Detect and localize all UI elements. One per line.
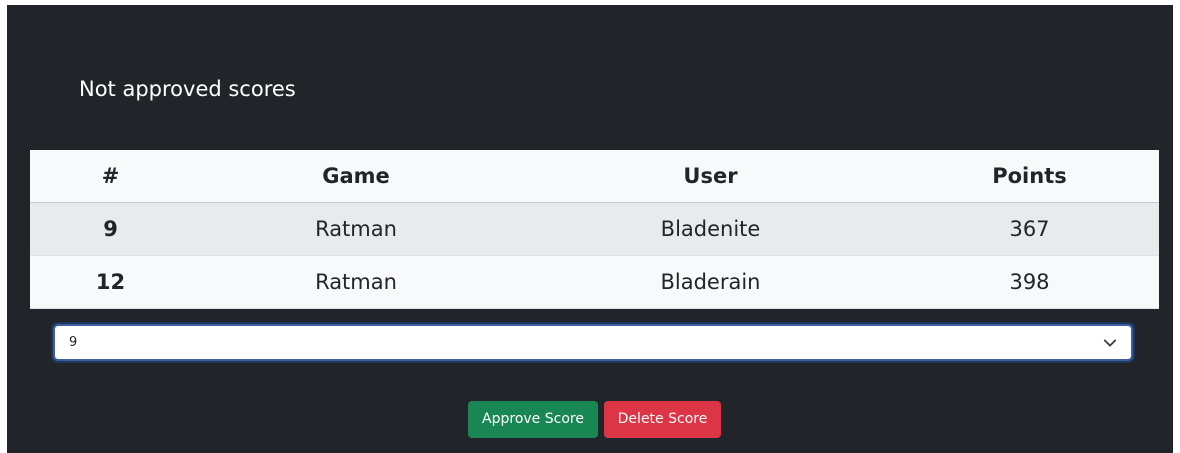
points-cell: 398 xyxy=(900,255,1159,309)
column-header-points: Points xyxy=(900,150,1159,203)
game-cell: Ratman xyxy=(191,202,521,256)
user-cell: Bladenite xyxy=(521,202,900,256)
approve-score-button[interactable]: Approve Score xyxy=(468,401,598,438)
scores-panel: Not approved scores # Game User Points 9… xyxy=(7,5,1173,453)
table-row: 12 Ratman Bladerain 398 xyxy=(30,255,1159,309)
game-cell: Ratman xyxy=(191,255,521,309)
chevron-down-icon xyxy=(1103,339,1117,347)
user-cell: Bladerain xyxy=(521,255,900,309)
delete-score-button[interactable]: Delete Score xyxy=(604,401,721,438)
column-header-user: User xyxy=(521,150,900,203)
table-row: 9 Ratman Bladenite 367 xyxy=(30,202,1159,256)
scores-table: # Game User Points 9 Ratman Bladenite 36… xyxy=(30,150,1159,309)
column-header-number: # xyxy=(30,150,191,203)
score-id-select[interactable]: 9 xyxy=(53,324,1133,361)
points-cell: 367 xyxy=(900,202,1159,256)
score-id-cell: 9 xyxy=(30,202,191,256)
column-header-game: Game xyxy=(191,150,521,203)
table-header-row: # Game User Points xyxy=(30,150,1159,203)
select-selected-value: 9 xyxy=(69,335,78,350)
score-id-cell: 12 xyxy=(30,255,191,309)
page-title: Not approved scores xyxy=(79,77,296,101)
